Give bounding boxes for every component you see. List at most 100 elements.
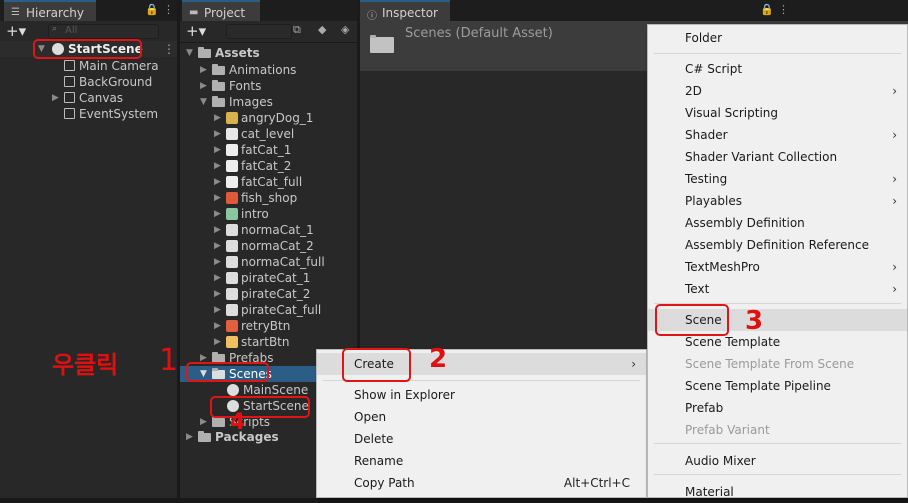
add-icon[interactable]: +▾ bbox=[6, 22, 26, 40]
image-asset[interactable]: ▶ intro bbox=[214, 206, 269, 222]
filter-icon[interactable]: ◆ bbox=[318, 23, 326, 36]
create-menu-item[interactable]: Assembly Definition bbox=[648, 212, 907, 234]
tab-hierarchy[interactable]: ☰ Hierarchy bbox=[4, 0, 96, 21]
more-icon[interactable]: ⋮ bbox=[163, 3, 174, 16]
asset-label: pirateCat_1 bbox=[241, 271, 311, 285]
lock-icon[interactable]: 🔒 bbox=[145, 3, 159, 16]
create-menu-item[interactable]: Material bbox=[648, 481, 907, 503]
image-asset[interactable]: ▶ pirateCat_1 bbox=[214, 270, 310, 286]
menu-item-rename[interactable]: Rename bbox=[317, 450, 646, 472]
collapse-arrow-icon[interactable]: ▶ bbox=[214, 318, 221, 334]
tab-label: Hierarchy bbox=[26, 6, 85, 20]
create-menu-item[interactable]: C# Script bbox=[648, 58, 907, 80]
collapse-arrow-icon[interactable]: ▶ bbox=[214, 222, 221, 238]
collapse-arrow-icon[interactable]: ▶ bbox=[200, 78, 207, 94]
collapse-arrow-icon[interactable]: ▶ bbox=[186, 429, 193, 445]
image-asset[interactable]: ▶ cat_level bbox=[214, 126, 294, 142]
collapse-arrow-icon[interactable]: ▶ bbox=[214, 158, 221, 174]
expand-arrow-icon[interactable]: ▼ bbox=[200, 94, 207, 110]
create-menu-item[interactable]: 2D › bbox=[648, 80, 907, 102]
collapse-arrow-icon[interactable]: ▶ bbox=[214, 286, 221, 302]
collapse-arrow-icon[interactable]: ▶ bbox=[214, 238, 221, 254]
scene-more-icon[interactable]: ⋮ bbox=[163, 41, 175, 57]
folder-icon bbox=[212, 80, 225, 91]
project-root[interactable]: ▼ Assets bbox=[186, 45, 260, 61]
submenu-arrow-icon: › bbox=[892, 172, 897, 186]
collapse-arrow-icon[interactable]: ▶ bbox=[200, 414, 207, 430]
lock-icon[interactable]: 🔒 bbox=[760, 3, 774, 16]
annotation-box bbox=[655, 304, 729, 336]
collapse-arrow-icon[interactable]: ▶ bbox=[200, 62, 207, 78]
image-asset[interactable]: ▶ pirateCat_2 bbox=[214, 286, 310, 302]
asset-label: fish_shop bbox=[241, 191, 298, 205]
hierarchy-item[interactable]: BackGround bbox=[64, 74, 152, 90]
menu-item-open[interactable]: Open bbox=[317, 406, 646, 428]
create-menu-item[interactable]: Assembly Definition Reference bbox=[648, 234, 907, 256]
collapse-arrow-icon[interactable]: ▶ bbox=[214, 142, 221, 158]
collapse-arrow-icon[interactable]: ▶ bbox=[214, 334, 221, 350]
create-menu-item[interactable]: Text › bbox=[648, 278, 907, 300]
menu-separator bbox=[654, 53, 901, 54]
create-menu-item[interactable]: Prefab bbox=[648, 397, 907, 419]
image-asset[interactable]: ▶ fish_shop bbox=[214, 190, 297, 206]
folder-row[interactable]: ▼ Images bbox=[200, 94, 273, 110]
create-menu-item[interactable]: Folder bbox=[648, 27, 907, 49]
menu-item-copy-path[interactable]: Copy Path Alt+Ctrl+C bbox=[317, 472, 646, 494]
inspector-tabbar: ⓘ Inspector 🔒 ⋮ bbox=[360, 0, 908, 22]
asset-label: pirateCat_full bbox=[241, 303, 322, 317]
collapse-arrow-icon[interactable]: ▶ bbox=[214, 270, 221, 286]
folder-row[interactable]: ▶ Animations bbox=[200, 62, 296, 78]
gameobject-icon bbox=[64, 92, 75, 103]
create-menu-item[interactable]: Scene Template From Scene bbox=[648, 353, 907, 375]
menu-label: Shader bbox=[685, 128, 728, 142]
collapse-arrow-icon[interactable]: ▶ bbox=[214, 254, 221, 270]
image-asset[interactable]: ▶ fatCat_full bbox=[214, 174, 302, 190]
tab-inspector[interactable]: ⓘ Inspector bbox=[360, 0, 450, 22]
collapse-arrow-icon[interactable]: ▶ bbox=[214, 206, 221, 222]
expand-arrow-icon[interactable]: ▶ bbox=[52, 90, 59, 106]
image-asset[interactable]: ▶ normaCat_1 bbox=[214, 222, 314, 238]
hierarchy-item[interactable]: ▶ Canvas bbox=[52, 90, 123, 106]
image-asset[interactable]: ▶ fatCat_1 bbox=[214, 142, 291, 158]
folder-label: Images bbox=[229, 95, 273, 109]
create-menu-item[interactable]: Prefab Variant bbox=[648, 419, 907, 441]
tab-project[interactable]: ▬ Project bbox=[182, 0, 260, 21]
image-asset[interactable]: ▶ fatCat_2 bbox=[214, 158, 291, 174]
create-menu-item[interactable]: Shader › bbox=[648, 124, 907, 146]
search-placeholder: All bbox=[65, 25, 78, 36]
create-menu-item[interactable]: Playables › bbox=[648, 190, 907, 212]
create-menu-item[interactable]: Shader Variant Collection bbox=[648, 146, 907, 168]
collapse-arrow-icon[interactable]: ▶ bbox=[214, 302, 221, 318]
folder-row[interactable]: ▶ Fonts bbox=[200, 78, 261, 94]
create-menu-item[interactable]: Testing › bbox=[648, 168, 907, 190]
create-menu-item[interactable]: Visual Scripting bbox=[648, 102, 907, 124]
menu-item-show-in-explorer[interactable]: Show in Explorer bbox=[317, 384, 646, 406]
image-asset[interactable]: ▶ retryBtn bbox=[214, 318, 290, 334]
more-icon[interactable]: ⋮ bbox=[778, 3, 789, 16]
collapse-arrow-icon[interactable]: ▶ bbox=[214, 126, 221, 142]
hierarchy-item[interactable]: EventSystem bbox=[64, 106, 158, 122]
annotation-3: 3 bbox=[745, 306, 764, 336]
project-search-input[interactable] bbox=[226, 24, 292, 39]
submenu-arrow-icon: › bbox=[892, 282, 897, 296]
expand-arrow-icon[interactable]: ▼ bbox=[186, 45, 193, 61]
collapse-arrow-icon[interactable]: ▶ bbox=[214, 174, 221, 190]
collapse-arrow-icon[interactable]: ▶ bbox=[214, 190, 221, 206]
image-asset[interactable]: ▶ angryDog_1 bbox=[214, 110, 313, 126]
add-icon[interactable]: +▾ bbox=[186, 22, 206, 40]
menu-label: Folder bbox=[685, 31, 723, 45]
hierarchy-item[interactable]: Main Camera bbox=[64, 58, 159, 74]
image-asset[interactable]: ▶ pirateCat_full bbox=[214, 302, 321, 318]
create-menu-item[interactable]: TextMeshPro › bbox=[648, 256, 907, 278]
image-asset[interactable]: ▶ normaCat_2 bbox=[214, 238, 314, 254]
collapse-arrow-icon[interactable]: ▶ bbox=[214, 110, 221, 126]
menu-label: Open bbox=[354, 410, 387, 424]
hierarchy-search-input[interactable]: All bbox=[48, 24, 159, 39]
search-by-type-icon[interactable]: ⧉ bbox=[293, 23, 301, 37]
image-asset[interactable]: ▶ normaCat_full bbox=[214, 254, 325, 270]
create-menu-item[interactable]: Audio Mixer bbox=[648, 450, 907, 472]
label-icon[interactable]: ◈ bbox=[341, 23, 349, 36]
menu-item-delete[interactable]: Delete bbox=[317, 428, 646, 450]
image-asset[interactable]: ▶ startBtn bbox=[214, 334, 290, 350]
create-menu-item[interactable]: Scene Template Pipeline bbox=[648, 375, 907, 397]
